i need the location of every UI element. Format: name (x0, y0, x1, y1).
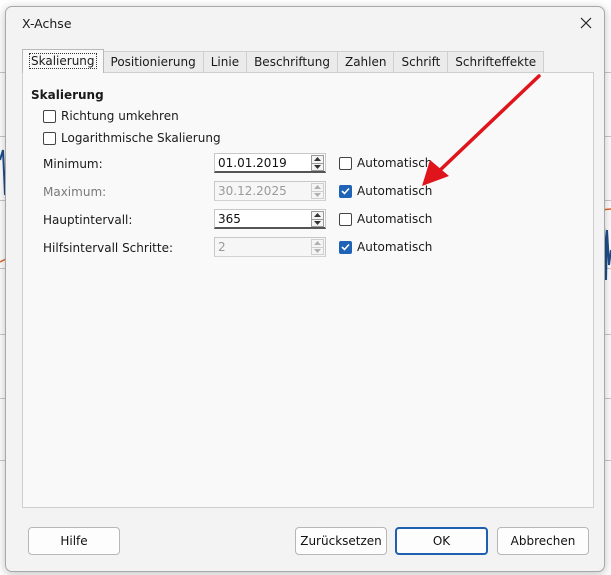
tab-label: Schrift (401, 55, 441, 69)
maximum-input[interactable] (218, 183, 306, 199)
spin-buttons (311, 239, 324, 255)
tab-schrifteffekte[interactable]: Schrifteffekte (447, 51, 545, 73)
chevron-down-icon (314, 248, 321, 253)
close-button[interactable] (576, 13, 596, 33)
checkmark-icon (341, 243, 350, 251)
spin-down-button[interactable] (311, 190, 324, 199)
chevron-up-icon (314, 213, 321, 218)
spin-down-button[interactable] (311, 162, 324, 171)
minimum-label: Minimum: (43, 157, 103, 171)
section-title: Skalierung (31, 88, 104, 102)
tab-label: Schrifteffekte (455, 55, 537, 69)
tab-label: Positionierung (110, 55, 196, 69)
minor-interval-auto-checkbox[interactable]: Automatisch (339, 240, 432, 254)
maximum-label: Maximum: (43, 185, 107, 199)
dialog-title: X-Achse (22, 16, 72, 31)
checkbox-label: Automatisch (357, 240, 433, 254)
spin-buttons (311, 155, 324, 171)
tab-beschriftung[interactable]: Beschriftung (246, 51, 338, 73)
minor-interval-spinbox[interactable] (214, 237, 326, 257)
checkbox-label: Logarithmische Skalierung (61, 131, 221, 145)
tab-label: Skalierung (29, 53, 97, 69)
minimum-spinbox[interactable] (214, 153, 326, 173)
reverse-direction-checkbox[interactable]: Richtung umkehren (43, 109, 179, 123)
spin-up-button[interactable] (311, 183, 324, 191)
tab-skalierung[interactable]: Skalierung (22, 49, 104, 73)
checkbox-label: Automatisch (357, 212, 433, 226)
checkbox-label: Automatisch (357, 184, 433, 198)
tab-linie[interactable]: Linie (202, 51, 248, 73)
checkbox-box[interactable] (339, 156, 352, 170)
major-interval-input[interactable] (218, 211, 306, 227)
major-interval-auto-checkbox[interactable]: Automatisch (339, 212, 432, 226)
chevron-down-icon (314, 220, 321, 225)
maximum-spinbox[interactable] (214, 181, 326, 201)
chevron-up-icon (314, 185, 321, 190)
checkbox-label: Automatisch (357, 156, 433, 170)
title-bar: X-Achse (6, 7, 604, 39)
checkbox-box[interactable] (43, 109, 56, 123)
chevron-up-icon (314, 241, 321, 246)
close-icon (580, 17, 592, 29)
checkbox-box[interactable] (339, 184, 352, 198)
tab-zahlen[interactable]: Zahlen (336, 51, 395, 73)
major-interval-label: Hauptintervall: (43, 213, 133, 227)
tab-schrift[interactable]: Schrift (393, 51, 449, 73)
checkbox-box[interactable] (339, 240, 352, 254)
checkmark-icon (341, 187, 350, 195)
chevron-down-icon (314, 192, 321, 197)
scaling-panel: Skalierung Richtung umkehren Logarithmis… (22, 72, 594, 508)
spin-down-button[interactable] (311, 246, 324, 255)
major-interval-spinbox[interactable] (214, 209, 326, 229)
tab-bar: Skalierung Positionierung Linie Beschrif… (22, 49, 545, 73)
checkbox-box[interactable] (43, 131, 56, 145)
tab-positionierung[interactable]: Positionierung (102, 51, 204, 73)
spin-up-button[interactable] (311, 155, 324, 163)
minimum-auto-checkbox[interactable]: Automatisch (339, 156, 432, 170)
cancel-button[interactable]: Abbrechen (497, 527, 589, 555)
minimum-input[interactable] (218, 155, 306, 171)
ok-button[interactable]: OK (395, 527, 488, 555)
tab-label: Zahlen (344, 55, 387, 69)
chevron-up-icon (314, 157, 321, 162)
minor-interval-input[interactable] (218, 239, 306, 255)
logarithmic-checkbox[interactable]: Logarithmische Skalierung (43, 131, 221, 145)
checkbox-label: Richtung umkehren (61, 109, 179, 123)
spin-buttons (311, 183, 324, 199)
help-button[interactable]: Hilfe (28, 527, 120, 555)
tab-label: Beschriftung (254, 55, 330, 69)
maximum-auto-checkbox[interactable]: Automatisch (339, 184, 432, 198)
spin-buttons (311, 211, 324, 227)
spin-up-button[interactable] (311, 211, 324, 219)
chevron-down-icon (314, 164, 321, 169)
checkbox-box[interactable] (339, 212, 352, 226)
spin-down-button[interactable] (311, 218, 324, 227)
spin-up-button[interactable] (311, 239, 324, 247)
minor-interval-label: Hilfsintervall Schritte: (43, 241, 173, 255)
reset-button[interactable]: Zurücksetzen (295, 527, 387, 555)
x-axis-dialog: X-Achse Skalierung Positionierung Linie … (5, 6, 605, 572)
tab-label: Linie (210, 55, 240, 69)
